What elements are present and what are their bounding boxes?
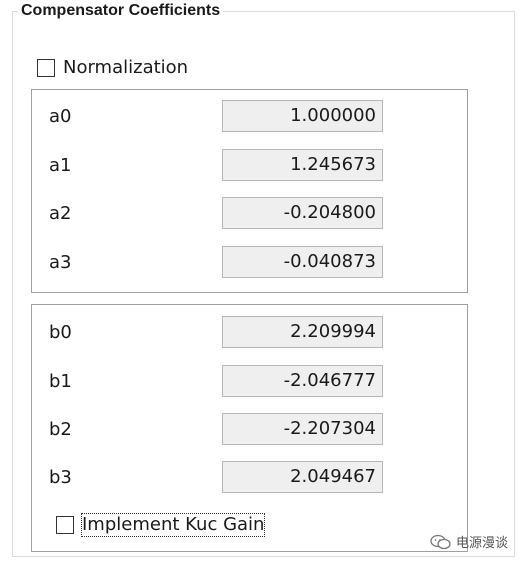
kuc-gain-checkbox-row[interactable]: Implement Kuc Gain [56, 513, 266, 537]
coef-field-b2[interactable]: -2.207304 [222, 413, 383, 445]
coef-label-b1: b1 [49, 371, 72, 392]
watermark-text: 电源漫谈 [456, 536, 509, 551]
a-coefficients-box: a0 1.000000 a1 1.245673 a2 -0.204800 a3 … [31, 89, 468, 293]
coef-row-b2: b2 -2.207304 [32, 413, 467, 445]
coef-label-a0: a0 [49, 106, 72, 127]
watermark: 电源漫谈 [430, 532, 508, 551]
normalization-label: Normalization [63, 57, 189, 78]
normalization-checkbox[interactable] [37, 59, 55, 77]
coef-field-a3[interactable]: -0.040873 [222, 246, 383, 278]
coef-row-a3: a3 -0.040873 [32, 246, 467, 278]
wechat-icon [430, 534, 451, 549]
coef-field-a0[interactable]: 1.000000 [222, 100, 383, 132]
group-title: Compensator Coefficients [18, 1, 224, 21]
b-coefficients-box: b0 2.209994 b1 -2.046777 b2 -2.207304 b3… [31, 304, 468, 552]
coef-label-b2: b2 [49, 419, 72, 440]
coef-label-a2: a2 [49, 203, 72, 224]
coef-row-a1: a1 1.245673 [32, 149, 467, 181]
coef-label-a3: a3 [49, 252, 72, 273]
coef-row-a2: a2 -0.204800 [32, 197, 467, 229]
coef-row-b0: b0 2.209994 [32, 316, 467, 348]
coef-label-b0: b0 [49, 322, 72, 343]
coef-row-b1: b1 -2.046777 [32, 365, 467, 397]
coef-field-b1[interactable]: -2.046777 [222, 365, 383, 397]
coef-row-a0: a0 1.000000 [32, 100, 467, 132]
coef-label-a1: a1 [49, 155, 72, 176]
kuc-gain-label: Implement Kuc Gain [80, 513, 266, 537]
coef-field-b0[interactable]: 2.209994 [222, 316, 383, 348]
coef-field-a1[interactable]: 1.245673 [222, 149, 383, 181]
coef-field-a2[interactable]: -0.204800 [222, 197, 383, 229]
coef-row-b3: b3 2.049467 [32, 461, 467, 493]
normalization-checkbox-row[interactable]: Normalization [37, 57, 188, 79]
coef-field-b3[interactable]: 2.049467 [222, 461, 383, 493]
coef-label-b3: b3 [49, 467, 72, 488]
kuc-gain-checkbox[interactable] [56, 516, 74, 534]
